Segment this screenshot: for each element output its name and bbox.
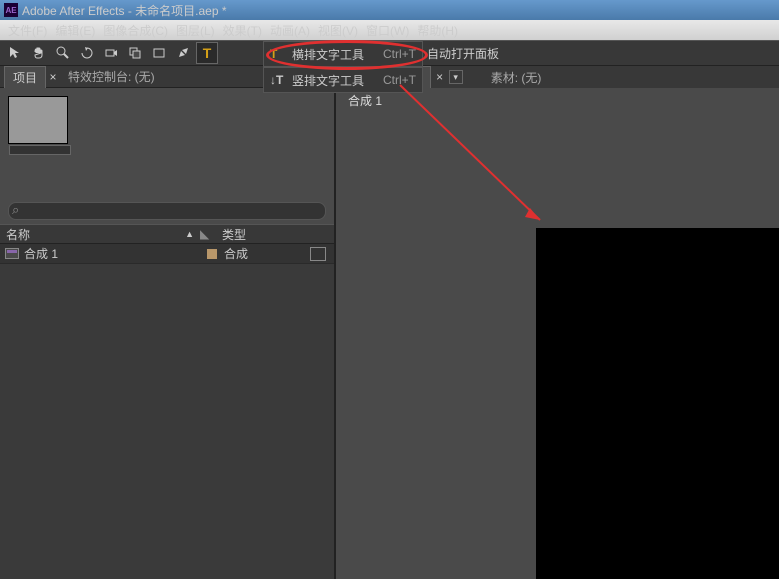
type-tool[interactable]: T [196, 42, 218, 64]
footage-tab[interactable]: 素材: (无) [483, 67, 550, 88]
sort-arrow-icon: ▲ [185, 229, 194, 239]
project-list: 合成 1 合成 [0, 244, 334, 579]
horizontal-type-icon: T [270, 47, 286, 61]
menu-view[interactable]: 视图(V) [314, 22, 362, 39]
menu-layer[interactable]: 图层(L) [172, 22, 219, 39]
search-input[interactable] [8, 202, 326, 220]
label-color-icon [204, 248, 220, 260]
app-icon: AE [4, 3, 18, 17]
tool-bar: T T 横排文字工具 Ctrl+T ↓T 竖排文字工具 Ctrl+T 自动打开面… [0, 40, 779, 66]
close-icon[interactable]: × [433, 70, 447, 84]
selection-tool[interactable] [4, 42, 26, 64]
list-item[interactable]: 合成 1 合成 [0, 244, 334, 264]
auto-open-panel-checkbox[interactable]: 自动打开面板 [410, 45, 499, 62]
search-field[interactable] [8, 202, 326, 220]
menu-composition[interactable]: 图像合成(C) [99, 22, 172, 39]
item-type: 合成 [224, 245, 268, 262]
pan-behind-tool[interactable] [124, 42, 146, 64]
menu-animation[interactable]: 动画(A) [266, 22, 314, 39]
close-icon[interactable]: × [46, 70, 60, 84]
label-column-icon[interactable]: ◣ [200, 227, 218, 241]
type-column-header[interactable]: 类型 [218, 226, 246, 243]
vertical-type-label: 竖排文字工具 [292, 72, 364, 89]
menu-file[interactable]: 文件(F) [4, 22, 51, 39]
menu-edit[interactable]: 编辑(E) [51, 22, 99, 39]
menu-effect[interactable]: 效果(T) [219, 22, 266, 39]
composition-viewer[interactable] [336, 113, 779, 579]
chevron-down-icon[interactable]: ▾ [449, 70, 463, 84]
name-column-header[interactable]: 名称▲ [0, 226, 200, 243]
project-list-header: 名称▲ ◣ 类型 [0, 224, 334, 244]
horizontal-type-shortcut: Ctrl+T [383, 47, 416, 61]
menu-help[interactable]: 帮助(H) [413, 22, 462, 39]
project-panel: 名称▲ ◣ 类型 合成 1 合成 [0, 88, 336, 579]
project-panel-tab[interactable]: 项目 [4, 66, 46, 88]
composition-thumbnail[interactable] [8, 96, 68, 144]
vertical-type-shortcut: Ctrl+T [383, 73, 416, 87]
menu-window[interactable]: 窗口(W) [362, 22, 413, 39]
preview-area [0, 88, 334, 198]
composition-icon [4, 248, 20, 260]
horizontal-type-tool[interactable]: T 横排文字工具 Ctrl+T [263, 41, 423, 67]
horizontal-type-label: 横排文字工具 [292, 46, 364, 63]
item-name: 合成 1 [24, 245, 200, 262]
title-bar: AE Adobe After Effects - 未命名项目.aep * [0, 0, 779, 20]
effects-panel-tab[interactable]: 特效控制台: (无) [60, 66, 163, 87]
composition-panel: 合成: 合成 1 × ▾ 素材: (无) 合成 1 [336, 88, 779, 579]
rectangle-tool[interactable] [148, 42, 170, 64]
pen-tool[interactable] [172, 42, 194, 64]
camera-tool[interactable] [100, 42, 122, 64]
zoom-tool[interactable] [52, 42, 74, 64]
window-title: Adobe After Effects - 未命名项目.aep * [22, 2, 227, 19]
auto-open-label: 自动打开面板 [427, 45, 499, 62]
rotation-tool[interactable] [76, 42, 98, 64]
vertical-type-tool[interactable]: ↓T 竖排文字工具 Ctrl+T [263, 67, 423, 93]
composition-canvas[interactable] [536, 228, 779, 579]
menu-bar[interactable]: 文件(F) 编辑(E) 图像合成(C) 图层(L) 效果(T) 动画(A) 视图… [0, 20, 779, 40]
hand-tool[interactable] [28, 42, 50, 64]
vertical-type-icon: ↓T [270, 73, 286, 87]
flowchart-icon[interactable] [310, 247, 326, 261]
type-tool-dropdown: T 横排文字工具 Ctrl+T ↓T 竖排文字工具 Ctrl+T [263, 41, 423, 93]
